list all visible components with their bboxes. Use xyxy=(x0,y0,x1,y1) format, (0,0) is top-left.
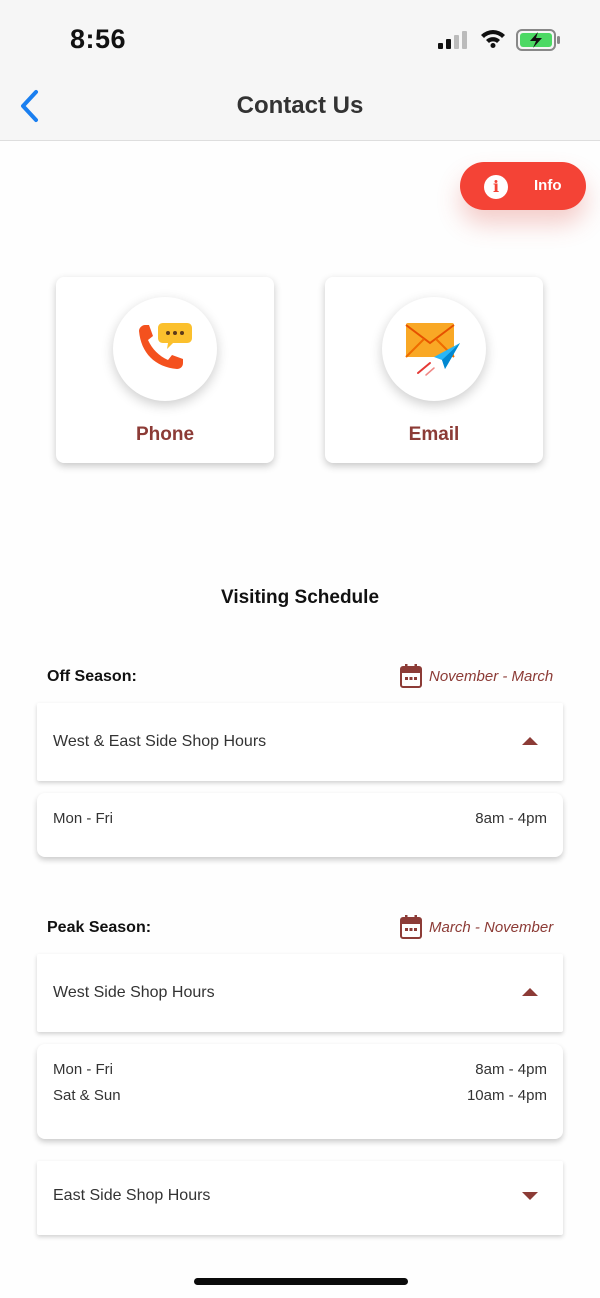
accordion-panel-west-side: Mon - Fri 8am - 4pm Sat & Sun 10am - 4pm xyxy=(37,1044,563,1139)
page-title: Contact Us xyxy=(236,92,364,119)
schedule-hours: 8am - 4pm xyxy=(475,1061,547,1078)
accordion-west-east-hours[interactable]: West & East Side Shop Hours xyxy=(37,703,563,781)
peak-season-range: March - November xyxy=(429,919,554,936)
peak-season-label: Peak Season: xyxy=(47,919,152,936)
info-button-label: Info xyxy=(534,177,562,194)
wifi-icon xyxy=(481,30,505,48)
email-label: Email xyxy=(408,424,460,445)
schedule-days: Mon - Fri xyxy=(53,1061,113,1078)
battery-charging-icon xyxy=(516,29,560,51)
visiting-schedule-heading: Visiting Schedule xyxy=(220,587,380,608)
off-season-range: November - March xyxy=(429,668,554,685)
accordion-title: East Side Shop Hours xyxy=(53,1187,211,1204)
calendar-icon xyxy=(400,915,422,939)
caret-down-icon xyxy=(522,1192,538,1200)
navigation-bar: Contact Us xyxy=(0,76,600,141)
caret-up-icon xyxy=(522,988,538,996)
info-button[interactable]: i Info xyxy=(460,162,586,210)
off-season-label: Off Season: xyxy=(47,668,137,685)
cellular-signal-icon xyxy=(438,31,467,49)
phone-chat-icon xyxy=(139,323,192,369)
phone-card[interactable]: Phone xyxy=(56,277,274,463)
accordion-east-side-hours[interactable]: East Side Shop Hours xyxy=(37,1161,563,1235)
info-icon: i xyxy=(484,175,508,199)
status-time: 8:56 xyxy=(70,24,127,54)
accordion-title: West Side Shop Hours xyxy=(53,984,215,1001)
phone-icon-circle xyxy=(113,297,217,401)
accordion-title: West & East Side Shop Hours xyxy=(53,733,267,750)
accordion-panel-west-east: Mon - Fri 8am - 4pm xyxy=(37,793,563,857)
email-paper-plane-icon xyxy=(405,323,460,376)
email-icon-circle xyxy=(382,297,486,401)
accordion-west-side-hours[interactable]: West Side Shop Hours xyxy=(37,954,563,1032)
status-bar: 8:56 xyxy=(0,0,600,76)
calendar-icon xyxy=(400,664,422,688)
phone-label: Phone xyxy=(135,424,195,445)
schedule-hours: 8am - 4pm xyxy=(475,810,547,827)
schedule-days: Mon - Fri xyxy=(53,810,113,827)
email-card[interactable]: Email xyxy=(325,277,543,463)
caret-up-icon xyxy=(522,737,538,745)
home-indicator[interactable] xyxy=(194,1278,408,1285)
schedule-days: Sat & Sun xyxy=(53,1087,121,1104)
schedule-hours: 10am - 4pm xyxy=(466,1087,547,1104)
